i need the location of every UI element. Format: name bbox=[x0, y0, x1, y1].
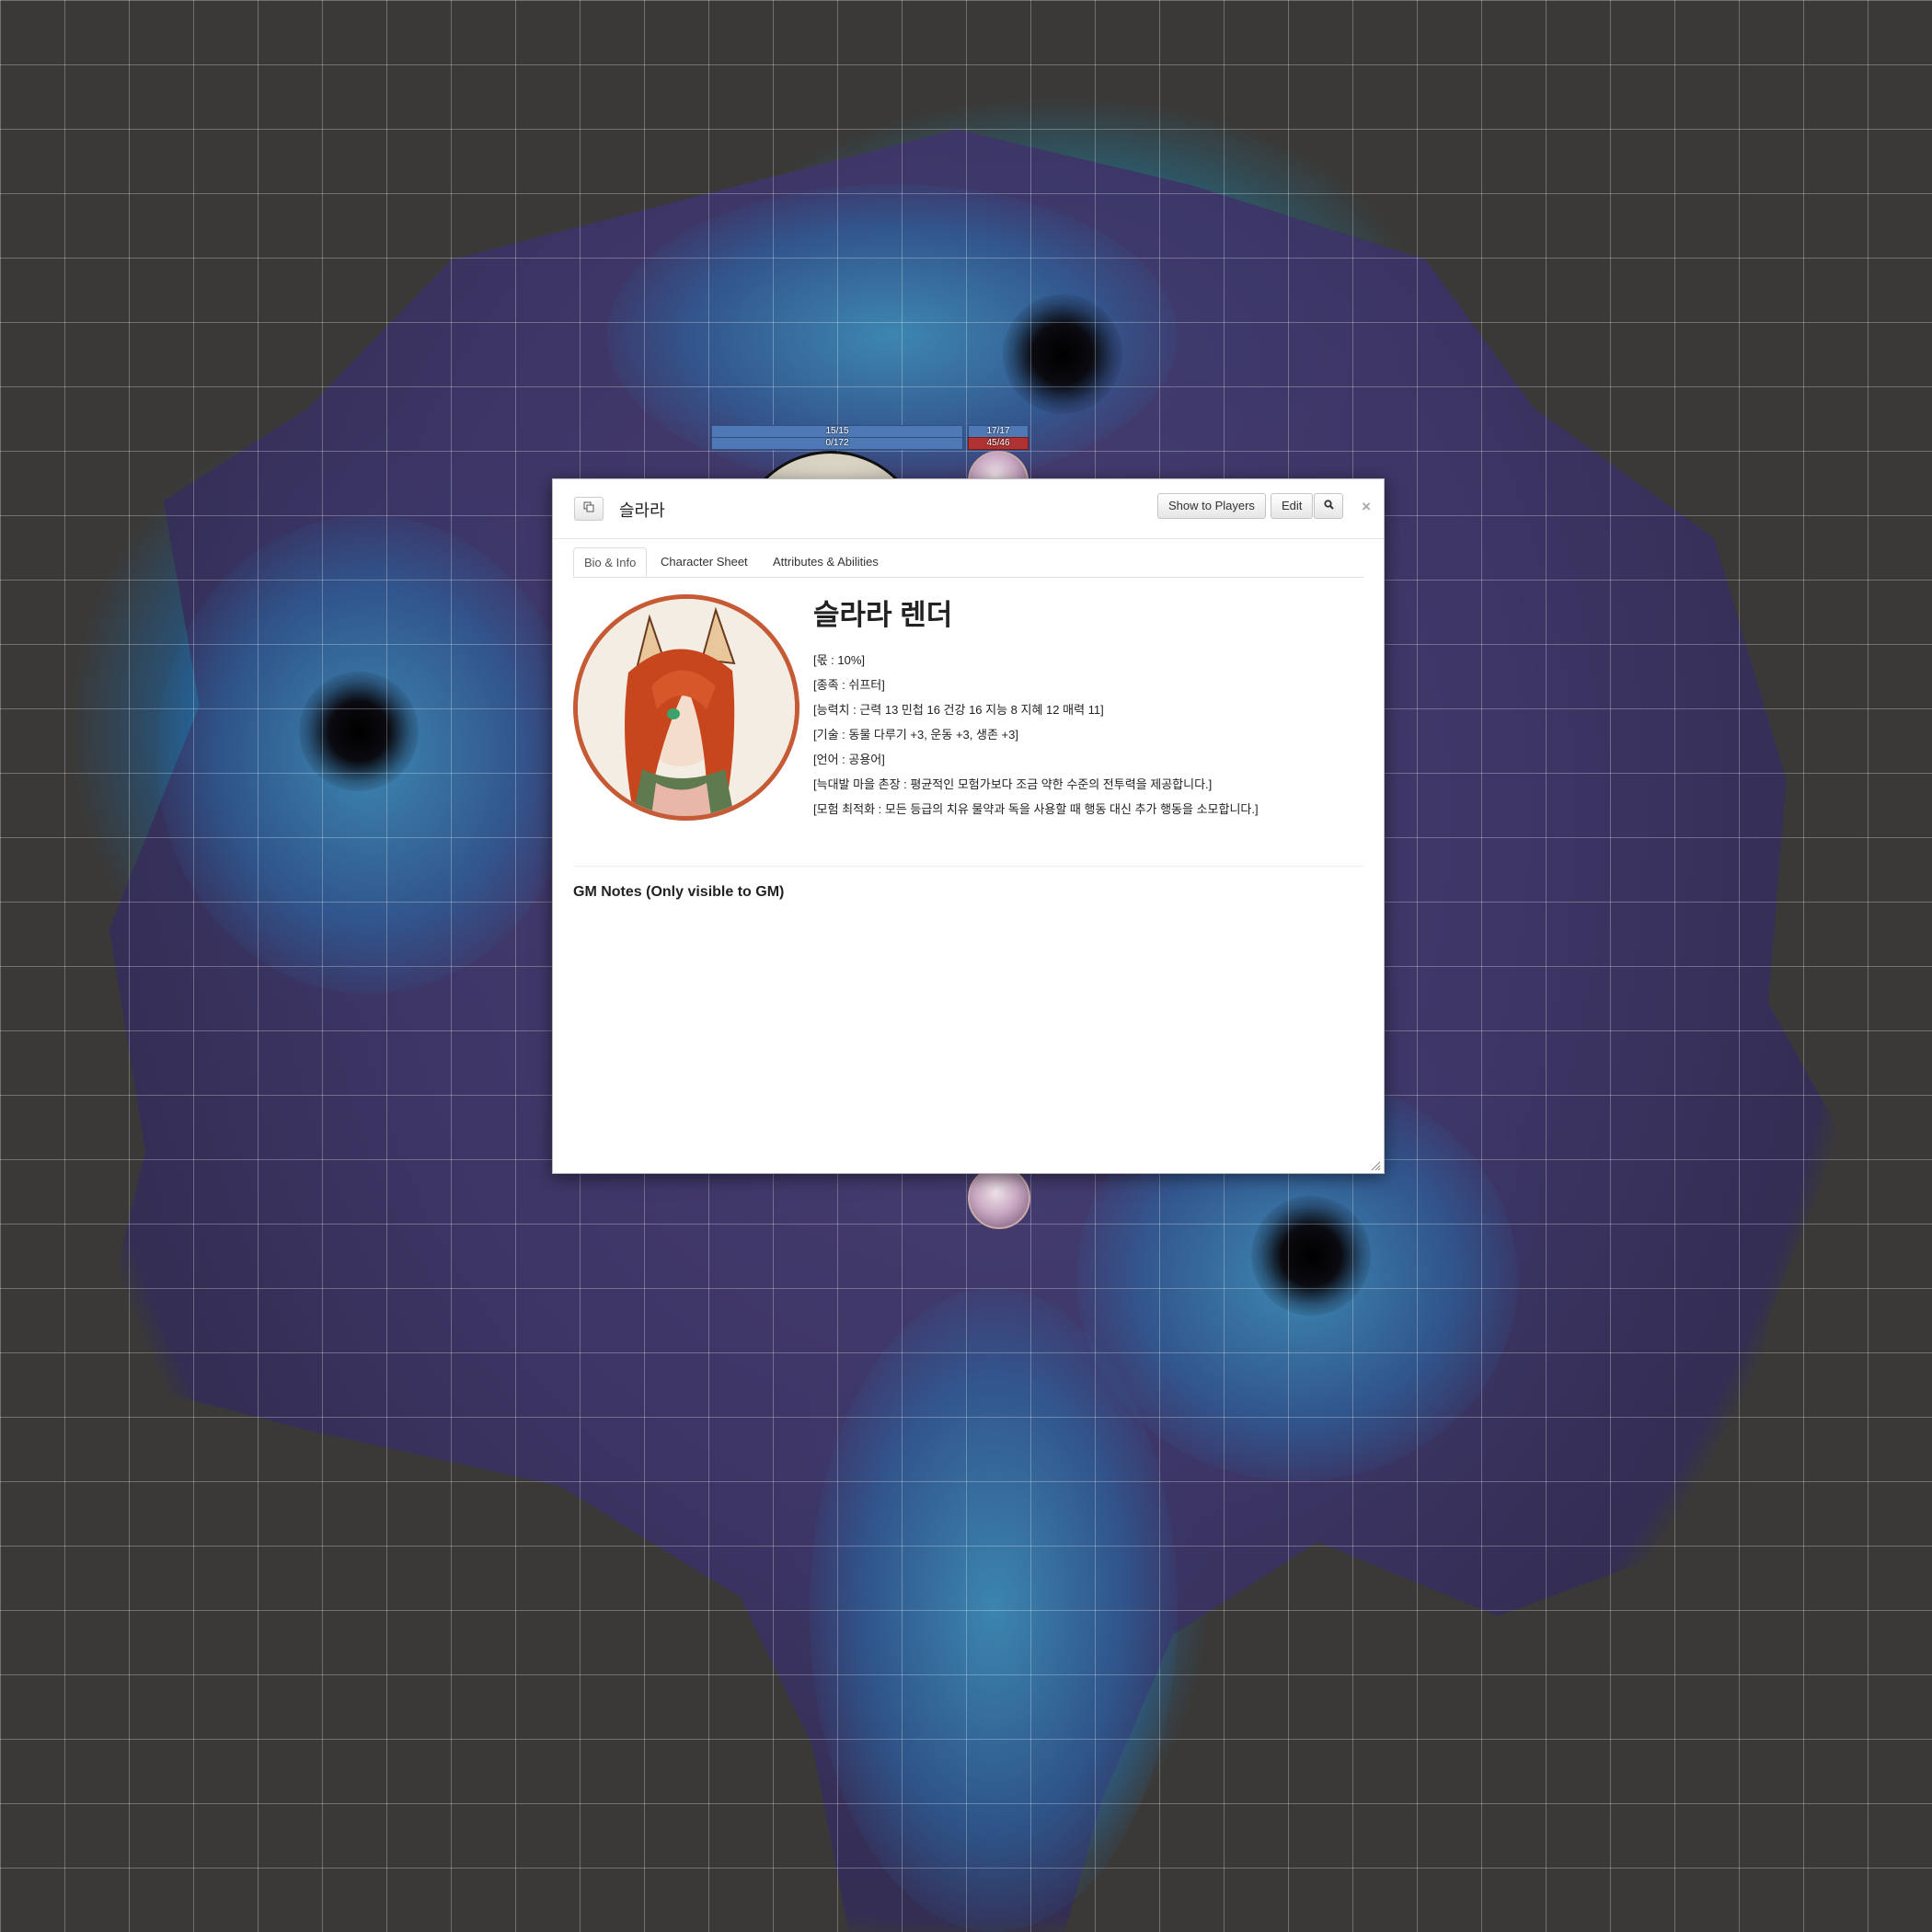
bio-text: [몫 : 10%] [종족 : 쉬프터] [능력치 : 근력 13 민첩 16 … bbox=[813, 648, 1365, 822]
bio-line: [모험 최적화 : 모든 등급의 치유 물약과 독을 사용할 때 행동 대신 추… bbox=[813, 802, 1259, 816]
bio-line: [종족 : 쉬프터] bbox=[813, 678, 885, 692]
dialog-tabs: Bio & Info Character Sheet Attributes & … bbox=[573, 544, 1363, 578]
popout-button[interactable] bbox=[574, 497, 604, 521]
gm-notes-heading: GM Notes (Only visible to GM) bbox=[573, 884, 785, 900]
character-name: 슬라라 렌더 bbox=[813, 599, 953, 631]
character-avatar bbox=[573, 594, 799, 821]
bio-line: [기술 : 동물 다루기 +3, 운동 +3, 생존 +3] bbox=[813, 728, 1018, 742]
map-token[interactable] bbox=[968, 1167, 1030, 1229]
tab-attributes-abilities[interactable]: Attributes & Abilities bbox=[763, 547, 889, 577]
search-icon bbox=[1323, 494, 1334, 518]
search-button[interactable] bbox=[1314, 493, 1343, 519]
token-bar-hp: 17/17 bbox=[968, 425, 1029, 438]
token-bar-secondary: 45/46 bbox=[968, 437, 1029, 450]
dialog-title: 슬라라 bbox=[619, 501, 665, 520]
edit-button[interactable]: Edit bbox=[1271, 493, 1314, 519]
character-dialog: 슬라라 Show to Players Edit × Bio & Info Ch… bbox=[552, 478, 1385, 1174]
dialog-header: 슬라라 Show to Players Edit × bbox=[553, 479, 1384, 539]
show-to-players-button[interactable]: Show to Players bbox=[1157, 493, 1266, 519]
bio-line: [언어 : 공용어] bbox=[813, 753, 885, 766]
token-bar-secondary: 0/172 bbox=[711, 437, 963, 450]
bio-line: [능력치 : 근력 13 민첩 16 건강 16 지능 8 지혜 12 매력 1… bbox=[813, 703, 1104, 717]
popout-icon bbox=[583, 500, 594, 517]
tab-character-sheet[interactable]: Character Sheet bbox=[650, 547, 758, 577]
close-icon[interactable]: × bbox=[1362, 498, 1371, 516]
section-divider bbox=[573, 866, 1363, 867]
tab-bio-info[interactable]: Bio & Info bbox=[573, 547, 648, 577]
bio-line: [몫 : 10%] bbox=[813, 653, 866, 667]
resize-handle-icon[interactable] bbox=[1370, 1159, 1381, 1171]
token-bar-hp: 15/15 bbox=[711, 425, 963, 438]
bio-line: [늑대발 마을 촌장 : 평균적인 모험가보다 조금 약한 수준의 전투력을 제… bbox=[813, 777, 1213, 791]
